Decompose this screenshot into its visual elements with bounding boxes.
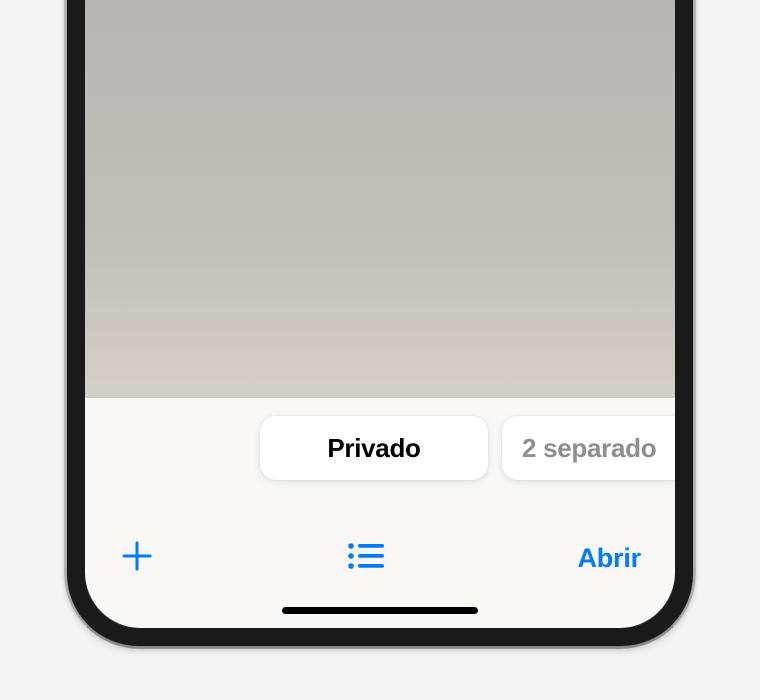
tab-group-private[interactable]: Privado (260, 416, 488, 480)
list-bullet-icon (347, 541, 385, 576)
safari-screen: Privado 2 separado (85, 0, 675, 628)
phone-bezel: Privado 2 separado (67, 0, 693, 646)
home-indicator[interactable] (282, 607, 478, 614)
phone-device-frame: Privado 2 separado (67, 0, 693, 690)
tab-groups-selector[interactable]: Privado 2 separado (85, 416, 675, 486)
tab-groups-list-button[interactable] (347, 541, 385, 576)
open-button[interactable]: Abrir (577, 543, 641, 574)
open-button-label: Abrir (577, 543, 641, 574)
tab-group-next[interactable]: 2 separado (502, 416, 675, 480)
plus-icon (119, 538, 155, 579)
safari-bottom-panel: Privado 2 separado (85, 398, 675, 628)
new-tab-button[interactable] (119, 538, 155, 579)
tab-group-next-label: 2 separado (522, 433, 656, 464)
tab-group-private-label: Privado (327, 433, 420, 464)
safari-toolbar: Abrir (85, 524, 675, 592)
